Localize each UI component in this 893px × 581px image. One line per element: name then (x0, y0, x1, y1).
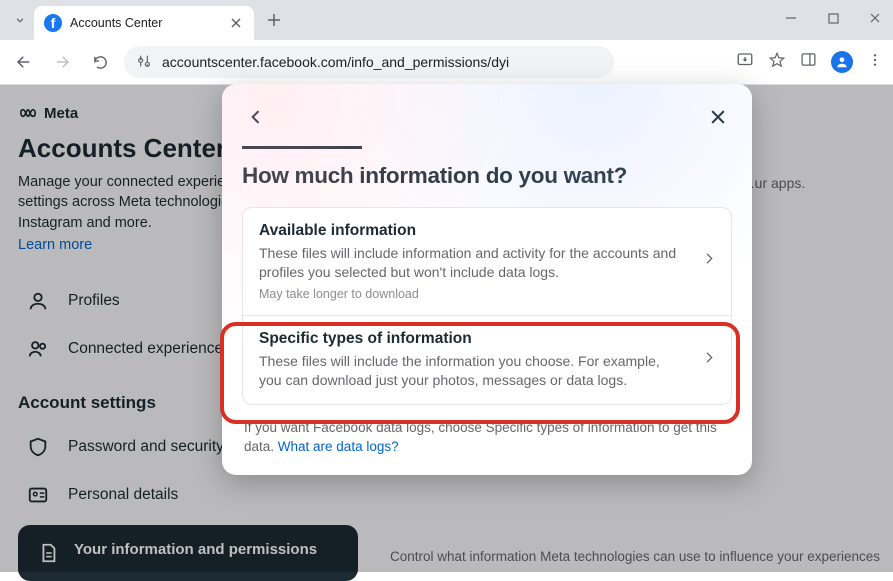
minimize-icon (785, 12, 797, 24)
option-title: Available information (259, 222, 683, 240)
progress-indicator (242, 146, 362, 149)
reload-button[interactable] (86, 48, 114, 76)
panel-icon (800, 51, 817, 68)
facebook-favicon: f (44, 14, 62, 32)
arrow-left-icon (15, 53, 33, 71)
close-icon (231, 18, 241, 28)
options-list: Available information These files will i… (242, 207, 732, 405)
browser-chrome: f Accounts Center accountsc (0, 0, 893, 85)
bookmark-button[interactable] (768, 51, 786, 74)
window-controls (779, 0, 887, 40)
tab-close-button[interactable] (228, 15, 244, 31)
plus-icon (267, 13, 281, 27)
modal-back-button[interactable] (242, 103, 270, 131)
arrow-right-icon (53, 53, 71, 71)
modal-title: How much information do you want? (242, 163, 732, 189)
option-title: Specific types of information (259, 330, 683, 348)
window-minimize-button[interactable] (779, 11, 803, 29)
browser-toolbar: accountscenter.facebook.com/info_and_per… (0, 40, 893, 84)
close-icon (708, 107, 728, 127)
download-info-modal: How much information do you want? Availa… (222, 84, 752, 475)
reload-icon (92, 54, 109, 71)
chevron-down-icon (13, 13, 27, 27)
option-description: These files will include the information… (259, 352, 683, 391)
close-icon (869, 12, 881, 24)
window-maximize-button[interactable] (821, 11, 845, 29)
option-description: These files will include information and… (259, 244, 683, 283)
kebab-icon (867, 52, 883, 68)
chevron-right-icon (701, 251, 717, 272)
new-tab-button[interactable] (260, 6, 288, 34)
window-close-button[interactable] (863, 11, 887, 29)
profile-button[interactable] (831, 51, 853, 73)
option-note: May take longer to download (259, 287, 683, 301)
install-app-button[interactable] (736, 51, 754, 74)
forward-button[interactable] (48, 48, 76, 76)
option-specific-types[interactable]: Specific types of information These file… (243, 316, 731, 405)
chrome-menu-button[interactable] (867, 52, 883, 73)
maximize-icon (828, 13, 839, 24)
tab-strip: f Accounts Center (0, 0, 893, 40)
side-panel-button[interactable] (800, 51, 817, 73)
person-icon (835, 55, 849, 69)
address-bar[interactable]: accountscenter.facebook.com/info_and_per… (124, 46, 614, 78)
back-button[interactable] (10, 48, 38, 76)
tab-search-dropdown[interactable] (6, 6, 34, 34)
modal-close-button[interactable] (704, 103, 732, 131)
data-logs-link[interactable]: What are data logs? (278, 439, 399, 454)
modal-footer-note: If you want Facebook data logs, choose S… (242, 419, 732, 457)
chevron-left-icon (246, 107, 266, 127)
url-text: accountscenter.facebook.com/info_and_per… (162, 54, 509, 70)
install-icon (736, 51, 754, 69)
site-settings-icon[interactable] (136, 53, 152, 72)
tab-title: Accounts Center (70, 16, 220, 30)
option-available-information[interactable]: Available information These files will i… (243, 208, 731, 316)
star-icon (768, 51, 786, 69)
chevron-right-icon (701, 349, 717, 370)
browser-tab[interactable]: f Accounts Center (34, 6, 254, 40)
